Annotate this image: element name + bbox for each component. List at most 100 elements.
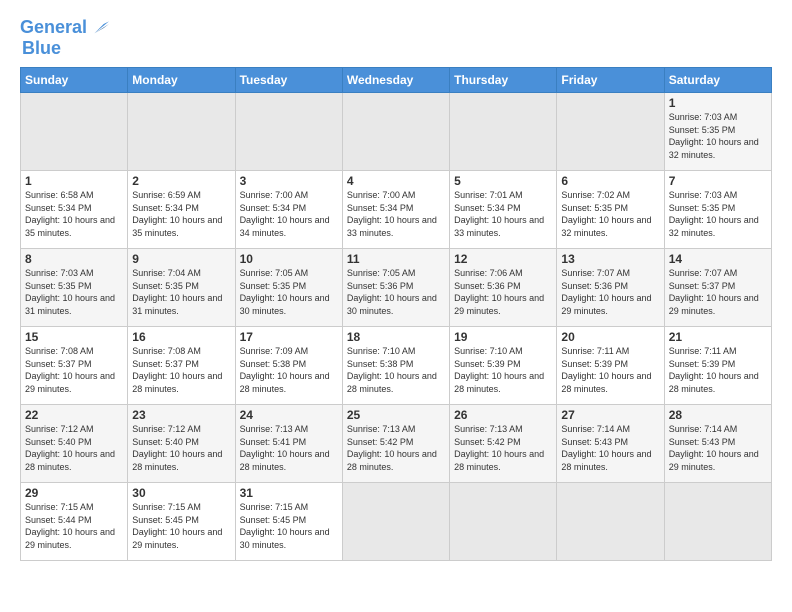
calendar-cell: 31 Sunrise: 7:15 AM Sunset: 5:45 PM Dayl… xyxy=(235,483,342,561)
day-header-wednesday: Wednesday xyxy=(342,68,449,93)
day-info: Sunrise: 7:15 AM Sunset: 5:45 PM Dayligh… xyxy=(240,501,338,551)
calendar-cell: 30 Sunrise: 7:15 AM Sunset: 5:45 PM Dayl… xyxy=(128,483,235,561)
day-number: 21 xyxy=(669,330,767,344)
day-info: Sunrise: 7:04 AM Sunset: 5:35 PM Dayligh… xyxy=(132,267,230,317)
calendar-header-row: SundayMondayTuesdayWednesdayThursdayFrid… xyxy=(21,68,772,93)
calendar-cell: 4 Sunrise: 7:00 AM Sunset: 5:34 PM Dayli… xyxy=(342,171,449,249)
calendar-cell: 27 Sunrise: 7:14 AM Sunset: 5:43 PM Dayl… xyxy=(557,405,664,483)
calendar-table: SundayMondayTuesdayWednesdayThursdayFrid… xyxy=(20,67,772,561)
calendar-cell: 21 Sunrise: 7:11 AM Sunset: 5:39 PM Dayl… xyxy=(664,327,771,405)
calendar-page: General Blue SundayMondayTuesdayWednesda… xyxy=(0,0,792,612)
day-info: Sunrise: 7:08 AM Sunset: 5:37 PM Dayligh… xyxy=(132,345,230,395)
calendar-cell: 29 Sunrise: 7:15 AM Sunset: 5:44 PM Dayl… xyxy=(21,483,128,561)
calendar-cell xyxy=(235,93,342,171)
day-number: 29 xyxy=(25,486,123,500)
calendar-body: 1 Sunrise: 7:03 AM Sunset: 5:35 PM Dayli… xyxy=(21,93,772,561)
day-info: Sunrise: 7:03 AM Sunset: 5:35 PM Dayligh… xyxy=(669,189,767,239)
calendar-cell xyxy=(21,93,128,171)
day-info: Sunrise: 7:12 AM Sunset: 5:40 PM Dayligh… xyxy=(25,423,123,473)
calendar-cell: 22 Sunrise: 7:12 AM Sunset: 5:40 PM Dayl… xyxy=(21,405,128,483)
logo: General Blue xyxy=(20,18,109,59)
day-number: 5 xyxy=(454,174,552,188)
calendar-cell: 17 Sunrise: 7:09 AM Sunset: 5:38 PM Dayl… xyxy=(235,327,342,405)
calendar-cell: 26 Sunrise: 7:13 AM Sunset: 5:42 PM Dayl… xyxy=(450,405,557,483)
day-number: 10 xyxy=(240,252,338,266)
day-number: 12 xyxy=(454,252,552,266)
calendar-cell: 8 Sunrise: 7:03 AM Sunset: 5:35 PM Dayli… xyxy=(21,249,128,327)
day-info: Sunrise: 7:09 AM Sunset: 5:38 PM Dayligh… xyxy=(240,345,338,395)
day-info: Sunrise: 7:11 AM Sunset: 5:39 PM Dayligh… xyxy=(561,345,659,395)
day-number: 24 xyxy=(240,408,338,422)
day-number: 11 xyxy=(347,252,445,266)
calendar-cell: 23 Sunrise: 7:12 AM Sunset: 5:40 PM Dayl… xyxy=(128,405,235,483)
day-number: 20 xyxy=(561,330,659,344)
calendar-week-4: 15 Sunrise: 7:08 AM Sunset: 5:37 PM Dayl… xyxy=(21,327,772,405)
day-info: Sunrise: 7:06 AM Sunset: 5:36 PM Dayligh… xyxy=(454,267,552,317)
day-number: 3 xyxy=(240,174,338,188)
calendar-cell xyxy=(450,483,557,561)
calendar-cell: 2 Sunrise: 6:59 AM Sunset: 5:34 PM Dayli… xyxy=(128,171,235,249)
calendar-cell: 1 Sunrise: 7:03 AM Sunset: 5:35 PM Dayli… xyxy=(664,93,771,171)
day-info: Sunrise: 7:05 AM Sunset: 5:36 PM Dayligh… xyxy=(347,267,445,317)
header: General Blue xyxy=(20,18,772,59)
day-info: Sunrise: 7:12 AM Sunset: 5:40 PM Dayligh… xyxy=(132,423,230,473)
calendar-cell xyxy=(450,93,557,171)
calendar-cell: 25 Sunrise: 7:13 AM Sunset: 5:42 PM Dayl… xyxy=(342,405,449,483)
day-number: 2 xyxy=(132,174,230,188)
calendar-cell: 11 Sunrise: 7:05 AM Sunset: 5:36 PM Dayl… xyxy=(342,249,449,327)
day-number: 17 xyxy=(240,330,338,344)
calendar-cell: 6 Sunrise: 7:02 AM Sunset: 5:35 PM Dayli… xyxy=(557,171,664,249)
calendar-cell: 18 Sunrise: 7:10 AM Sunset: 5:38 PM Dayl… xyxy=(342,327,449,405)
day-header-saturday: Saturday xyxy=(664,68,771,93)
calendar-cell: 20 Sunrise: 7:11 AM Sunset: 5:39 PM Dayl… xyxy=(557,327,664,405)
day-number: 13 xyxy=(561,252,659,266)
calendar-cell xyxy=(557,483,664,561)
calendar-week-3: 8 Sunrise: 7:03 AM Sunset: 5:35 PM Dayli… xyxy=(21,249,772,327)
calendar-cell: 1 Sunrise: 6:58 AM Sunset: 5:34 PM Dayli… xyxy=(21,171,128,249)
day-info: Sunrise: 7:00 AM Sunset: 5:34 PM Dayligh… xyxy=(240,189,338,239)
day-header-monday: Monday xyxy=(128,68,235,93)
calendar-cell xyxy=(557,93,664,171)
calendar-cell: 13 Sunrise: 7:07 AM Sunset: 5:36 PM Dayl… xyxy=(557,249,664,327)
day-info: Sunrise: 7:14 AM Sunset: 5:43 PM Dayligh… xyxy=(561,423,659,473)
day-number: 15 xyxy=(25,330,123,344)
day-number: 23 xyxy=(132,408,230,422)
day-info: Sunrise: 7:13 AM Sunset: 5:42 PM Dayligh… xyxy=(454,423,552,473)
logo-icon xyxy=(89,18,109,38)
logo-blue: Blue xyxy=(22,38,109,59)
day-info: Sunrise: 7:13 AM Sunset: 5:41 PM Dayligh… xyxy=(240,423,338,473)
day-number: 9 xyxy=(132,252,230,266)
day-number: 30 xyxy=(132,486,230,500)
day-info: Sunrise: 7:07 AM Sunset: 5:36 PM Dayligh… xyxy=(561,267,659,317)
calendar-week-2: 1 Sunrise: 6:58 AM Sunset: 5:34 PM Dayli… xyxy=(21,171,772,249)
day-number: 28 xyxy=(669,408,767,422)
day-info: Sunrise: 7:15 AM Sunset: 5:45 PM Dayligh… xyxy=(132,501,230,551)
calendar-cell xyxy=(664,483,771,561)
calendar-cell: 28 Sunrise: 7:14 AM Sunset: 5:43 PM Dayl… xyxy=(664,405,771,483)
logo-text: General xyxy=(20,18,87,38)
day-info: Sunrise: 7:15 AM Sunset: 5:44 PM Dayligh… xyxy=(25,501,123,551)
day-number: 8 xyxy=(25,252,123,266)
calendar-cell: 19 Sunrise: 7:10 AM Sunset: 5:39 PM Dayl… xyxy=(450,327,557,405)
calendar-week-6: 29 Sunrise: 7:15 AM Sunset: 5:44 PM Dayl… xyxy=(21,483,772,561)
day-number: 26 xyxy=(454,408,552,422)
day-number: 1 xyxy=(25,174,123,188)
calendar-cell: 10 Sunrise: 7:05 AM Sunset: 5:35 PM Dayl… xyxy=(235,249,342,327)
day-number: 18 xyxy=(347,330,445,344)
day-number: 27 xyxy=(561,408,659,422)
day-header-thursday: Thursday xyxy=(450,68,557,93)
day-number: 19 xyxy=(454,330,552,344)
day-info: Sunrise: 7:01 AM Sunset: 5:34 PM Dayligh… xyxy=(454,189,552,239)
day-info: Sunrise: 7:03 AM Sunset: 5:35 PM Dayligh… xyxy=(669,111,767,161)
day-header-sunday: Sunday xyxy=(21,68,128,93)
day-number: 16 xyxy=(132,330,230,344)
day-info: Sunrise: 7:00 AM Sunset: 5:34 PM Dayligh… xyxy=(347,189,445,239)
day-number: 31 xyxy=(240,486,338,500)
calendar-cell xyxy=(342,483,449,561)
day-info: Sunrise: 7:03 AM Sunset: 5:35 PM Dayligh… xyxy=(25,267,123,317)
calendar-cell: 14 Sunrise: 7:07 AM Sunset: 5:37 PM Dayl… xyxy=(664,249,771,327)
calendar-cell xyxy=(128,93,235,171)
day-number: 7 xyxy=(669,174,767,188)
calendar-cell: 12 Sunrise: 7:06 AM Sunset: 5:36 PM Dayl… xyxy=(450,249,557,327)
day-header-friday: Friday xyxy=(557,68,664,93)
